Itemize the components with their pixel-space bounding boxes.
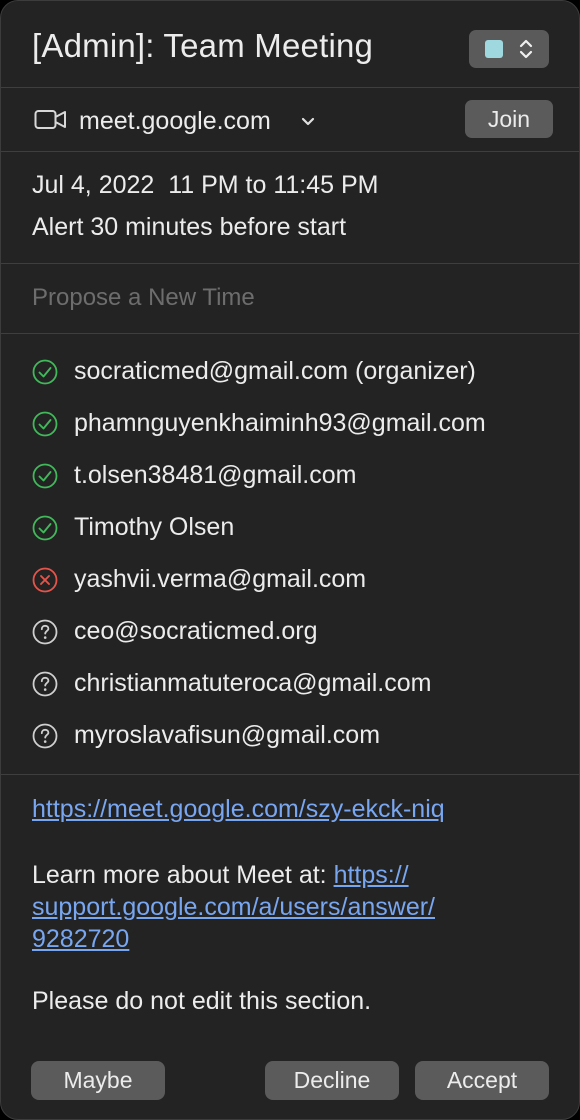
- conference-host[interactable]: meet.google.com: [79, 107, 271, 136]
- decline-button[interactable]: Decline: [265, 1061, 399, 1100]
- up-down-chevron-icon: [519, 39, 533, 59]
- divider: [1, 263, 579, 264]
- propose-new-time[interactable]: Propose a New Time: [32, 284, 255, 312]
- attendee-label: christianmatuteroca@gmail.com: [74, 669, 432, 697]
- meet-url-link[interactable]: https://meet.google.com/szy-ekck-niq: [32, 795, 445, 823]
- attendee-label: myroslavafisun@gmail.com: [74, 721, 381, 749]
- attendee-row[interactable]: christianmatuteroca@gmail.com: [1, 663, 579, 703]
- attendee-row[interactable]: socraticmed@gmail.com (organizer): [1, 351, 579, 391]
- divider: [1, 87, 579, 88]
- accepted-check-icon: [32, 463, 58, 489]
- attendee-row[interactable]: myroslavafisun@gmail.com: [1, 715, 579, 755]
- learn-more-prefix: Learn more about Meet at:: [32, 861, 334, 889]
- join-button[interactable]: Join: [465, 100, 553, 138]
- notice-text: Please do not edit this section.: [32, 987, 372, 1015]
- meet-link[interactable]: https://meet.google.com/szy-ekck-niq: [32, 795, 445, 824]
- event-date-time[interactable]: Jul 4, 2022 11 PM to 11:45 PM: [32, 171, 379, 200]
- attendee-row[interactable]: yashvii.verma@gmail.com: [1, 559, 579, 599]
- attendee-row[interactable]: phamnguyenkhaiminh93@gmail.com: [1, 403, 579, 443]
- calendar-color-swatch: [485, 40, 503, 58]
- divider: [1, 151, 579, 152]
- declined-x-icon: [32, 567, 58, 593]
- attendee-row[interactable]: ceo@socraticmed.org: [1, 611, 579, 651]
- event-popover: [Admin]: Team Meeting meet.google.com Jo…: [0, 0, 580, 1120]
- accepted-check-icon: [32, 359, 58, 385]
- video-camera-icon: [34, 110, 66, 129]
- maybe-button[interactable]: Maybe: [31, 1061, 165, 1100]
- attendee-label: phamnguyenkhaiminh93@gmail.com: [74, 409, 486, 437]
- accepted-check-icon: [32, 411, 58, 437]
- pending-question-icon: [32, 723, 58, 749]
- pending-question-icon: [32, 671, 58, 697]
- attendee-row[interactable]: Timothy Olsen: [1, 507, 579, 547]
- chevron-down-icon[interactable]: [301, 117, 315, 127]
- attendee-label: socraticmed@gmail.com (organizer): [74, 357, 476, 385]
- calendar-selector[interactable]: [469, 30, 549, 68]
- divider: [1, 333, 579, 334]
- attendee-label: ceo@socraticmed.org: [74, 617, 318, 645]
- attendee-label: yashvii.verma@gmail.com: [74, 565, 367, 593]
- accepted-check-icon: [32, 515, 58, 541]
- divider: [1, 774, 579, 775]
- attendee-row[interactable]: t.olsen38481@gmail.com: [1, 455, 579, 495]
- attendee-label: t.olsen38481@gmail.com: [74, 461, 357, 489]
- event-alert[interactable]: Alert 30 minutes before start: [32, 213, 346, 242]
- attendee-label: Timothy Olsen: [74, 513, 235, 541]
- event-title[interactable]: [Admin]: Team Meeting: [32, 27, 373, 65]
- accept-button[interactable]: Accept: [415, 1061, 549, 1100]
- learn-more-text: Learn more about Meet at: https://suppor…: [32, 859, 532, 955]
- pending-question-icon: [32, 619, 58, 645]
